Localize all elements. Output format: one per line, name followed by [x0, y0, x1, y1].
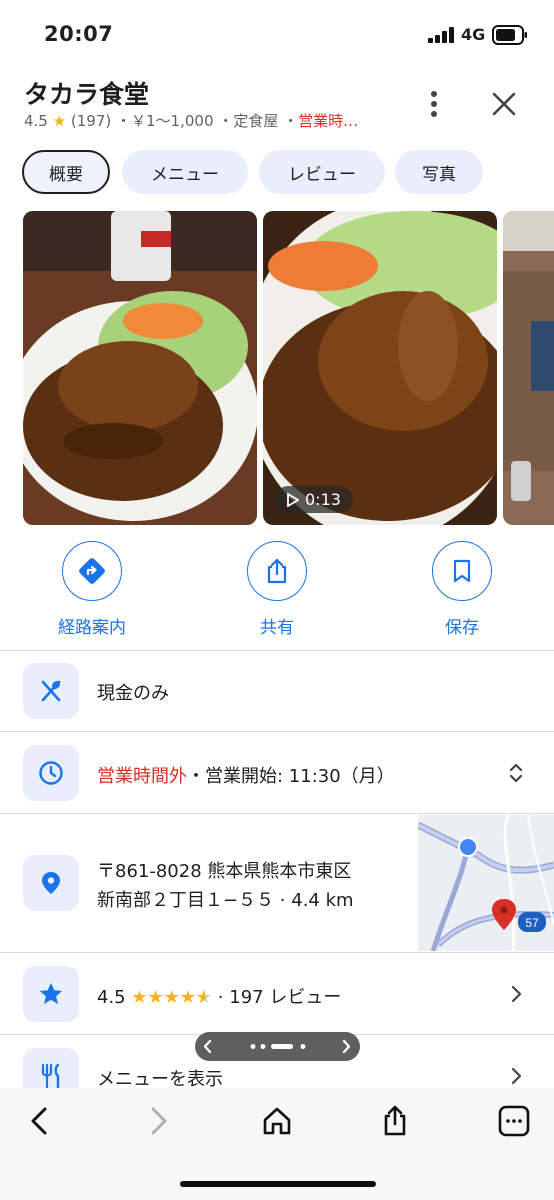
tab-menu[interactable]: メニュー [122, 150, 248, 194]
status-bar: 20:07 4G [0, 0, 554, 70]
map-thumbnail[interactable]: 57 [418, 815, 554, 951]
storefront-image [503, 211, 554, 525]
divider [0, 813, 554, 814]
pager-dot [260, 1044, 266, 1049]
pager-prev-icon [203, 1039, 212, 1054]
map-route-number: 57 [525, 916, 539, 930]
pager-dot-active [271, 1044, 293, 1049]
clock-icon [23, 745, 79, 801]
star-icon: ★ [52, 112, 67, 130]
share-icon[interactable] [377, 1103, 413, 1139]
map-image: 57 [418, 815, 554, 951]
rating-value: 4.5 [24, 112, 48, 130]
network-type: 4G [461, 25, 486, 44]
meta-separator: ・ [218, 112, 234, 130]
tab-overview[interactable]: 概要 [22, 150, 110, 194]
restaurant-icon [23, 663, 79, 719]
directions-icon [79, 558, 105, 584]
place-meta: 4.5 ★ (197) ・￥1〜1,000 ・定食屋 ・営業時… [24, 110, 394, 131]
restaurant-menu-icon [23, 1048, 79, 1088]
hours-info[interactable]: 営業時間外・営業開始: 11:30（月） [97, 762, 395, 788]
location-pin-icon [23, 855, 79, 911]
divider [0, 952, 554, 953]
video-duration-badge: 0:13 [275, 486, 353, 513]
close-icon[interactable] [486, 86, 522, 122]
review-count-text: · 197 レビュー [217, 987, 342, 1008]
photo-carousel[interactable]: 0:13 [23, 211, 554, 525]
chevron-right-icon[interactable] [504, 1064, 528, 1088]
play-icon [287, 492, 299, 507]
pager-next-icon [342, 1039, 351, 1054]
tab-reviews[interactable]: レビュー [259, 150, 385, 194]
place-title: タカラ食堂 [24, 80, 150, 109]
signal-icon [428, 27, 454, 43]
video-image [263, 211, 497, 525]
more-options-icon[interactable] [416, 86, 452, 122]
review-count: (197) [70, 112, 112, 130]
rating-value: 4.5 [97, 987, 126, 1008]
forward-icon [151, 1107, 167, 1135]
pager-dot [300, 1044, 306, 1049]
expand-icon[interactable] [504, 761, 528, 785]
video-thumbnail[interactable]: 0:13 [263, 211, 497, 525]
photo-katsu-curry[interactable] [23, 211, 257, 525]
hours-status: 営業時間外 [97, 766, 187, 787]
half-star-icon: ★ ★ [195, 987, 213, 1008]
bookmark-icon [453, 559, 471, 583]
chevron-right-icon[interactable] [504, 982, 528, 1006]
divider [0, 731, 554, 732]
pager-dot [250, 1044, 256, 1049]
directions-button[interactable]: 経路案内 [27, 541, 157, 638]
page-scroller[interactable] [195, 1032, 360, 1061]
price-range: ￥1〜1,000 [131, 112, 214, 130]
photo-image [23, 211, 257, 525]
tabs-menu-icon[interactable] [496, 1103, 532, 1139]
address-line-2[interactable]: 新南部２丁目１−５５ · 4.4 km [97, 886, 354, 912]
meta-separator: ・ [283, 112, 299, 130]
address-line-1[interactable]: 〒861-8028 熊本県熊本市東区 [97, 857, 351, 883]
divider [0, 650, 554, 651]
status-time: 20:07 [44, 22, 114, 46]
back-icon[interactable] [22, 1103, 58, 1139]
payment-info: 現金のみ [97, 683, 169, 704]
tab-bar: 概要 メニュー レビュー 写真 [22, 150, 542, 196]
video-duration: 0:13 [305, 490, 341, 509]
photo-storefront[interactable] [503, 211, 554, 525]
open-status: 営業時… [298, 112, 359, 130]
hours-next-open: ・営業開始: 11:30（月） [187, 766, 395, 787]
directions-label: 経路案内 [58, 618, 126, 638]
save-label: 保存 [445, 618, 479, 638]
share-button[interactable]: 共有 [212, 541, 342, 638]
tab-photos[interactable]: 写真 [395, 150, 483, 194]
battery-icon [492, 25, 527, 45]
meta-separator: ・ [116, 112, 132, 130]
save-button[interactable]: 保存 [397, 541, 527, 638]
share-label: 共有 [260, 618, 294, 638]
share-icon [267, 558, 287, 584]
category: 定食屋 [233, 112, 279, 130]
star-icon [23, 966, 79, 1022]
rating-summary[interactable]: 4.5 ★★★★★ ★ · 197 レビュー [97, 983, 341, 1009]
home-indicator [180, 1181, 376, 1187]
home-icon[interactable] [259, 1103, 295, 1139]
rating-stars: ★★★★ [131, 987, 196, 1008]
